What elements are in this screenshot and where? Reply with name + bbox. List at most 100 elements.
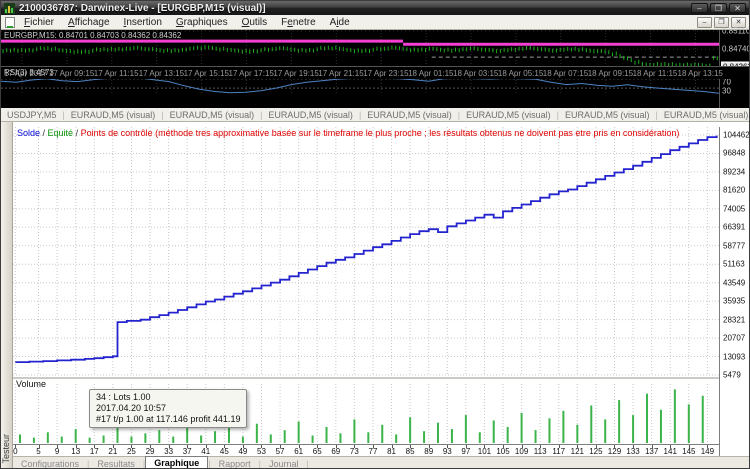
volume-bar <box>409 417 411 443</box>
legend-equite: Equité <box>48 128 74 138</box>
time-label: 18 Apr 09:15 <box>588 69 633 78</box>
child-minimize-button[interactable]: – <box>697 17 712 28</box>
trade-index-label: 109 <box>515 447 528 456</box>
trade-index-label: 53 <box>257 447 266 456</box>
trade-index-label: 77 <box>369 447 378 456</box>
minimize-button[interactable]: – <box>691 3 708 13</box>
trade-index-label: 125 <box>589 447 602 456</box>
trade-index-label: 45 <box>220 447 229 456</box>
tester-tab-resultats[interactable]: Resultats <box>89 459 143 469</box>
menu-outils[interactable]: Outils <box>235 15 275 29</box>
volume-bar <box>479 432 481 443</box>
volume-bar <box>19 434 21 443</box>
volume-bar <box>172 437 174 443</box>
trade-index-label: 65 <box>313 447 322 456</box>
volume-pane-label: Volume <box>16 379 46 389</box>
menu-affichage[interactable]: Affichage <box>61 15 117 29</box>
price-axis-label: 0.84740 <box>722 45 750 54</box>
trade-index-label: 93 <box>443 447 452 456</box>
trade-index-label: 89 <box>424 447 433 456</box>
close-button[interactable]: ✕ <box>729 3 746 13</box>
volume-bar <box>144 433 146 443</box>
volume-bar <box>298 422 300 443</box>
title-bar[interactable]: 2100036787: Darwinex-Live - [EURGBP,M15 … <box>1 1 749 15</box>
time-axis: 17 Apr 201717 Apr 09:1517 Apr 11:1517 Ap… <box>1 66 750 79</box>
time-label: 17 Apr 13:15 <box>139 69 184 78</box>
time-label: 17 Apr 11:15 <box>94 69 139 78</box>
chart-tab[interactable]: EURAUD,M5 (visual) <box>658 110 750 120</box>
chart-tab[interactable]: EURAUD,M5 (visual) <box>460 110 557 120</box>
balance-axis-label: 28321 <box>723 315 745 324</box>
trade-x-axis: 0591317212529333741454953576165697377818… <box>13 444 719 456</box>
balance-axis-label: 20707 <box>723 334 745 343</box>
trade-index-label: 97 <box>461 447 470 456</box>
balance-axis-label: 81620 <box>723 186 745 195</box>
time-label: 18 Apr 03:15 <box>453 69 498 78</box>
volume-bar <box>548 418 550 443</box>
balance-line <box>15 136 716 363</box>
volume-bar <box>242 437 244 443</box>
volume-bar <box>590 405 592 443</box>
menu-aide[interactable]: Aide <box>323 15 357 29</box>
app-icon <box>4 3 15 14</box>
tooltip-datetime: 2017.04.20 10:57 <box>96 403 240 414</box>
balance-axis-label: 66391 <box>723 223 745 232</box>
tester-tab-configurations[interactable]: Configurations <box>13 459 87 469</box>
chart-tab[interactable]: USDJPY,M5 <box>1 110 62 120</box>
chart-tab[interactable]: EURAUD,M5 (visual) <box>559 110 656 120</box>
balance-y-axis: 1044629684889234816207400566391587775116… <box>719 127 750 456</box>
volume-bar <box>451 429 453 443</box>
volume-bar <box>228 428 230 443</box>
volume-bar <box>576 425 578 443</box>
menu-insertion[interactable]: Insertion <box>117 15 169 29</box>
chart-tab[interactable]: EURAUD,M5 (visual) <box>262 110 359 120</box>
balance-axis-label: 89234 <box>723 167 745 176</box>
menu-bar: FichierAffichageInsertionGraphiquesOutil… <box>1 15 749 30</box>
tester-tab-rapport[interactable]: Rapport <box>211 459 259 469</box>
trade-index-label: 9 <box>55 447 59 456</box>
volume-bar <box>186 426 188 443</box>
tester-tab-bar: Configurations|Resultats|Graphique|Rappo… <box>13 456 750 469</box>
chart-tab[interactable]: EURAUD,M5 (visual) <box>361 110 458 120</box>
tester-tab-graphique[interactable]: Graphique <box>145 456 208 469</box>
volume-bar <box>214 431 216 443</box>
trade-index-label: 41 <box>201 447 210 456</box>
volume-bar <box>61 437 63 443</box>
menu-fichier[interactable]: Fichier <box>17 15 61 29</box>
volume-bar <box>618 400 620 443</box>
tester-tab-journal[interactable]: Journal <box>261 459 307 469</box>
volume-bar <box>423 431 425 443</box>
volume-bar <box>89 438 91 443</box>
volume-bar <box>47 432 49 443</box>
trade-index-label: 37 <box>183 447 192 456</box>
volume-bar <box>688 404 690 443</box>
tester-sidebar[interactable]: Testeur <box>1 122 13 469</box>
trade-index-label: 145 <box>682 447 695 456</box>
time-label: 17 Apr 21:15 <box>318 69 363 78</box>
time-label: 17 Apr 17:15 <box>229 69 274 78</box>
volume-bar <box>353 419 355 443</box>
balance-axis-label: 35935 <box>723 297 745 306</box>
volume-bar <box>437 423 439 443</box>
trade-index-label: 69 <box>331 447 340 456</box>
symbol-ohlc-label: EURGBP,M15: 0.84701 0.84703 0.84362 0.84… <box>4 31 181 40</box>
volume-bar <box>521 413 523 443</box>
trade-index-label: 133 <box>626 447 639 456</box>
balance-axis-label: 96848 <box>723 149 745 158</box>
trade-index-label: 17 <box>90 447 99 456</box>
menu-fenetre[interactable]: Fenetre <box>274 15 322 29</box>
legend-points: Points de contrôle (méthode tres approxi… <box>81 128 680 138</box>
volume-bar <box>103 435 105 443</box>
menu-graphiques[interactable]: Graphiques <box>169 15 235 29</box>
volume-bar <box>493 420 495 443</box>
chart-tab[interactable]: EURAUD,M5 (visual) <box>164 110 261 120</box>
chart-doc-icon[interactable] <box>5 17 15 28</box>
trade-index-label: 121 <box>571 447 584 456</box>
restore-button[interactable]: ❐ <box>710 3 727 13</box>
volume-bar <box>395 434 397 443</box>
time-label: 18 Apr 05:15 <box>498 69 543 78</box>
time-label: 18 Apr 07:15 <box>543 69 588 78</box>
chart-tab[interactable]: EURAUD,M5 (visual) <box>65 110 162 120</box>
trade-index-label: 25 <box>127 447 136 456</box>
volume-bar <box>270 434 272 443</box>
